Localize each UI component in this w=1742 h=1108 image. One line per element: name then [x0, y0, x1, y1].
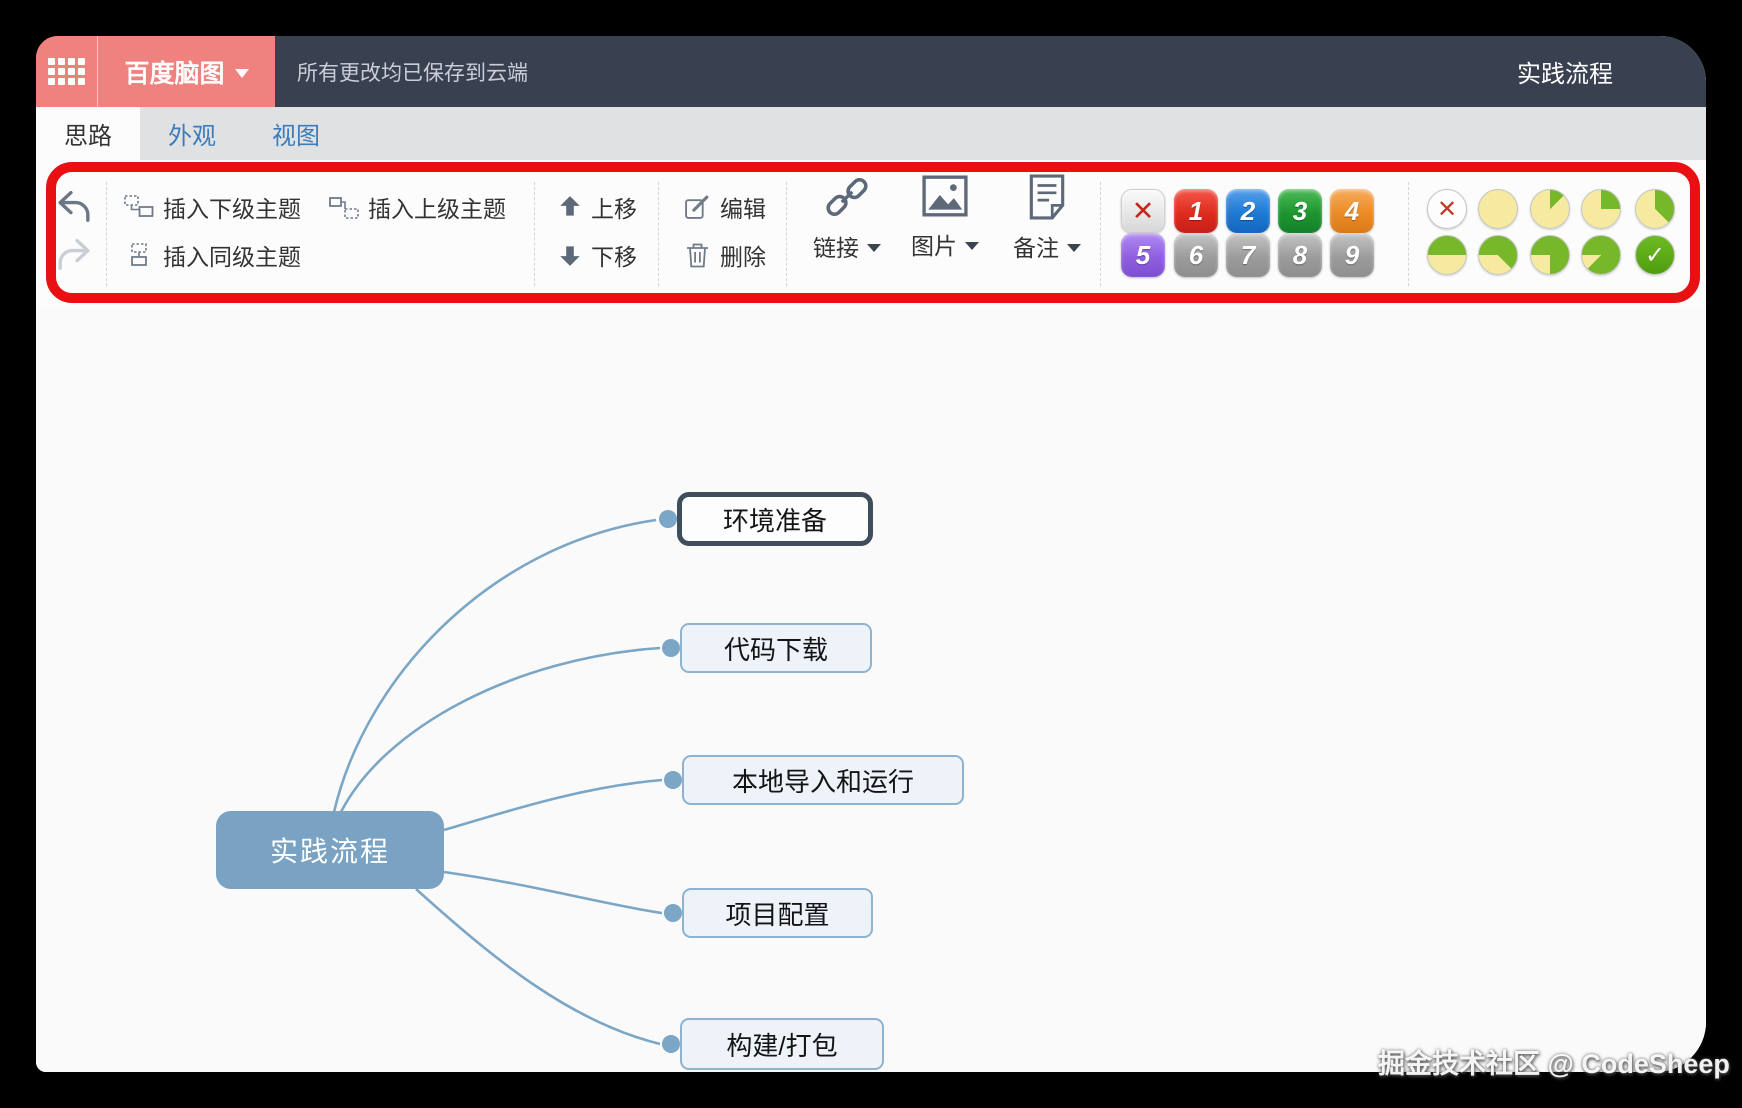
priority-8-button[interactable]: 8 — [1278, 233, 1322, 277]
priority-4-button[interactable]: 4 — [1330, 189, 1374, 233]
move-up-button[interactable]: 上移 — [558, 190, 637, 224]
undo-icon — [58, 190, 90, 222]
tab-appearance[interactable]: 外观 — [140, 107, 244, 160]
apps-grid-button[interactable] — [36, 36, 97, 107]
priority-9-button[interactable]: 9 — [1330, 233, 1374, 277]
connector-lines — [332, 510, 682, 1053]
header-bar: 百度脑图 所有更改均已保存到云端 实践流程 — [36, 36, 1706, 107]
toolbar-separator — [1408, 182, 1409, 286]
image-button[interactable]: 图片 — [898, 174, 992, 261]
mindmap-node[interactable]: 项目配置 — [682, 888, 873, 938]
note-icon — [1029, 174, 1065, 220]
app-menu-button[interactable]: 百度脑图 — [97, 36, 275, 107]
insert-parent-icon — [329, 197, 359, 219]
mindmap-node[interactable]: 本地导入和运行 — [682, 755, 964, 805]
toolbar-separator — [534, 182, 535, 286]
mindmap-node[interactable]: 构建/打包 — [680, 1018, 884, 1070]
note-button[interactable]: 备注 — [1000, 174, 1094, 263]
progress-5-button[interactable] — [1478, 235, 1518, 275]
tab-idea[interactable]: 思路 — [36, 107, 140, 160]
tab-view[interactable]: 视图 — [244, 107, 348, 160]
priority-1-button[interactable]: 1 — [1174, 189, 1218, 233]
progress-4-button[interactable] — [1427, 235, 1467, 275]
progress-7-button[interactable] — [1581, 235, 1621, 275]
toolbar-separator — [106, 182, 107, 286]
link-icon — [826, 177, 868, 217]
insert-sibling-icon — [131, 243, 147, 266]
insert-child-icon — [124, 195, 154, 217]
connector-dot — [662, 1035, 680, 1053]
chevron-down-icon — [867, 244, 881, 252]
mindmap-root-node[interactable]: 实践流程 — [216, 811, 444, 889]
grid-icon — [48, 58, 85, 85]
connector-dot — [662, 639, 680, 657]
progress-3-button[interactable] — [1635, 189, 1675, 229]
mindmap-node[interactable]: 代码下载 — [680, 623, 872, 673]
delete-button[interactable]: 删除 — [684, 238, 766, 272]
ribbon-tabbar: 思路 外观 视图 — [36, 107, 1706, 160]
mindmap-canvas[interactable]: 实践流程 环境准备 代码下载 本地导入和运行 项目配置 构建/打包 — [36, 306, 1706, 1072]
arrow-up-icon — [560, 196, 580, 216]
toolbar-separator — [786, 182, 787, 286]
progress-done-button[interactable]: ✓ — [1635, 235, 1675, 275]
priority-clear-button[interactable]: ✕ — [1121, 189, 1165, 233]
redo-button[interactable] — [54, 236, 94, 276]
redo-icon — [58, 238, 90, 270]
progress-clear-button[interactable]: ✕ — [1427, 189, 1467, 229]
image-icon — [922, 175, 968, 217]
arrow-down-icon — [560, 246, 580, 266]
save-status: 所有更改均已保存到云端 — [297, 61, 528, 85]
edit-button[interactable]: 编辑 — [684, 190, 766, 224]
priority-2-button[interactable]: 2 — [1226, 189, 1270, 233]
progress-6-button[interactable] — [1530, 235, 1570, 275]
undo-button[interactable] — [54, 188, 94, 228]
chevron-down-icon — [234, 68, 249, 78]
app-window: 百度脑图 所有更改均已保存到云端 实践流程 思路 外观 视图 插入下级主题 插入… — [36, 36, 1706, 1072]
watermark: 掘金技术社区 @ CodeSheep — [1378, 1049, 1730, 1079]
chevron-down-icon — [1067, 244, 1081, 252]
connector-dot — [664, 771, 682, 789]
chevron-down-icon — [965, 242, 979, 250]
priority-6-button[interactable]: 6 — [1174, 233, 1218, 277]
insert-parent-topic-button[interactable]: 插入上级主题 — [329, 190, 506, 224]
trash-icon — [687, 243, 708, 268]
insert-child-topic-button[interactable]: 插入下级主题 — [124, 190, 301, 224]
progress-0-button[interactable] — [1478, 189, 1518, 229]
mindmap-node-selected[interactable]: 环境准备 — [677, 492, 873, 546]
progress-1-button[interactable] — [1530, 189, 1570, 229]
priority-5-button[interactable]: 5 — [1121, 233, 1165, 277]
connector-dot — [659, 510, 677, 528]
priority-7-button[interactable]: 7 — [1226, 233, 1270, 277]
move-down-button[interactable]: 下移 — [558, 238, 637, 272]
header-rest: 所有更改均已保存到云端 实践流程 — [275, 36, 1706, 107]
edit-icon — [685, 195, 709, 219]
toolbar: 插入下级主题 插入上级主题 插入同级主题 上移 下移 编辑 删除 链接 图片 备… — [36, 160, 1706, 306]
insert-sibling-topic-button[interactable]: 插入同级主题 — [124, 238, 301, 272]
progress-2-button[interactable] — [1581, 189, 1621, 229]
toolbar-separator — [658, 182, 659, 286]
document-title: 实践流程 — [1517, 61, 1613, 88]
link-button[interactable]: 链接 — [802, 174, 892, 263]
priority-3-button[interactable]: 3 — [1278, 189, 1322, 233]
app-name: 百度脑图 — [124, 59, 225, 88]
toolbar-separator — [1100, 182, 1101, 286]
connector-dot — [664, 904, 682, 922]
